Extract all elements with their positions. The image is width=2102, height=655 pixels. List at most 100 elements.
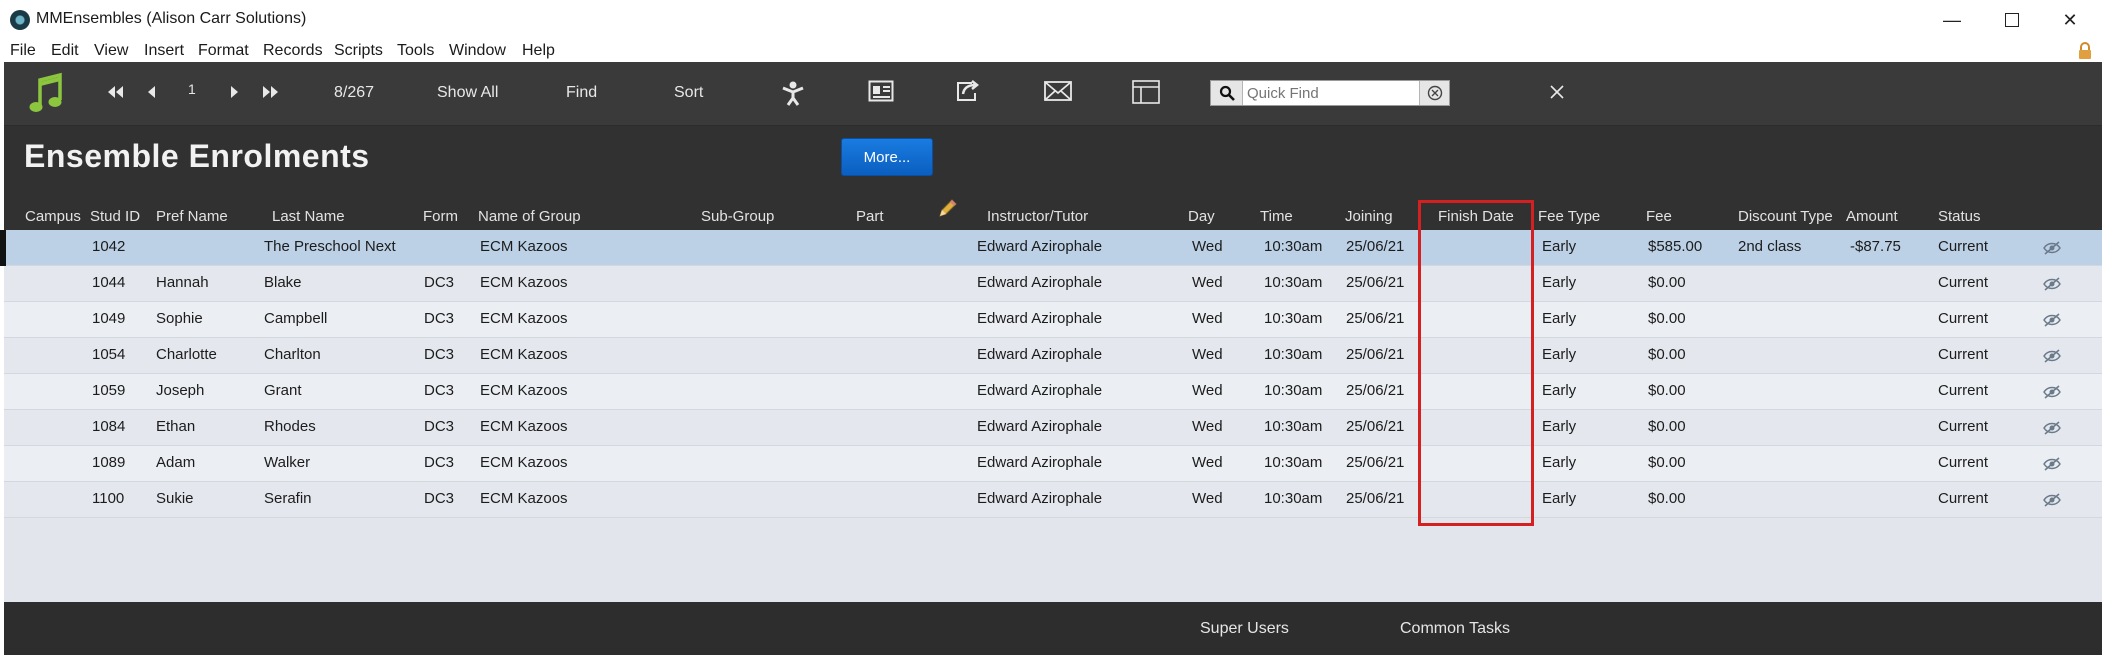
cell-group[interactable]: ECM Kazoos (480, 490, 568, 507)
cell-day[interactable]: Wed (1192, 346, 1223, 363)
column-header-campus[interactable]: Campus (25, 208, 81, 225)
cell-fee[interactable]: $585.00 (1648, 238, 1702, 255)
contact-card-icon[interactable] (868, 80, 894, 102)
common-tasks-button[interactable]: Common Tasks (1400, 620, 1510, 638)
cell-status[interactable]: Current (1938, 454, 1988, 471)
cell-form[interactable]: DC3 (424, 310, 454, 327)
cell-last-name[interactable]: Blake (264, 274, 302, 291)
cell-instructor[interactable]: Edward Azirophale (977, 418, 1102, 435)
cell-instructor[interactable]: Edward Azirophale (977, 238, 1102, 255)
cell-joining[interactable]: 25/06/21 (1346, 418, 1404, 435)
cell-stud-id[interactable]: 1089 (92, 454, 125, 471)
cell-pref-name[interactable]: Hannah (156, 274, 209, 291)
cell-day[interactable]: Wed (1192, 310, 1223, 327)
cell-day[interactable]: Wed (1192, 274, 1223, 291)
hide-eye-icon[interactable] (2042, 455, 2062, 473)
menu-records[interactable]: Records (263, 42, 323, 60)
column-header-pref-name[interactable]: Pref Name (156, 208, 228, 225)
cell-last-name[interactable]: Walker (264, 454, 310, 471)
cell-fee-type[interactable]: Early (1542, 274, 1576, 291)
cell-time[interactable]: 10:30am (1264, 310, 1322, 327)
cell-day[interactable]: Wed (1192, 382, 1223, 399)
column-header-stud-id[interactable]: Stud ID (90, 208, 140, 225)
cell-time[interactable]: 10:30am (1264, 490, 1322, 507)
quick-find-clear-button[interactable] (1419, 81, 1449, 105)
hide-eye-icon[interactable] (2042, 311, 2062, 329)
cell-last-name[interactable]: The Preschool Next (264, 238, 396, 255)
hide-eye-icon[interactable] (2042, 419, 2062, 437)
hide-eye-icon[interactable] (2042, 491, 2062, 509)
cell-status[interactable]: Current (1938, 490, 1988, 507)
cell-instructor[interactable]: Edward Azirophale (977, 346, 1102, 363)
cell-last-name[interactable]: Campbell (264, 310, 327, 327)
table-row[interactable]: 1044 Hannah Blake DC3 ECM Kazoos Edward … (4, 266, 2102, 302)
menu-view[interactable]: View (94, 42, 128, 60)
cell-fee-type[interactable]: Early (1542, 454, 1576, 471)
cell-status[interactable]: Current (1938, 274, 1988, 291)
email-icon[interactable] (1044, 81, 1072, 101)
cell-stud-id[interactable]: 1100 (92, 490, 124, 507)
cell-group[interactable]: ECM Kazoos (480, 382, 568, 399)
column-header-part[interactable]: Part (856, 208, 884, 225)
share-export-icon[interactable] (954, 79, 982, 103)
cell-instructor[interactable]: Edward Azirophale (977, 382, 1102, 399)
cell-fee[interactable]: $0.00 (1648, 454, 1686, 471)
cell-pref-name[interactable]: Charlotte (156, 346, 217, 363)
column-header-name-of-group[interactable]: Name of Group (478, 208, 581, 225)
table-row[interactable]: 1084 Ethan Rhodes DC3 ECM Kazoos Edward … (4, 410, 2102, 446)
layout-view-icon[interactable] (1132, 80, 1160, 104)
cell-group[interactable]: ECM Kazoos (480, 238, 568, 255)
cell-last-name[interactable]: Serafin (264, 490, 312, 507)
menu-tools[interactable]: Tools (397, 42, 434, 60)
more-button[interactable]: More... (841, 138, 933, 176)
menu-format[interactable]: Format (198, 42, 249, 60)
column-header-sub-group[interactable]: Sub-Group (701, 208, 774, 225)
column-header-instructor[interactable]: Instructor/Tutor (987, 208, 1088, 225)
cell-status[interactable]: Current (1938, 418, 1988, 435)
super-users-button[interactable]: Super Users (1200, 620, 1289, 638)
cell-stud-id[interactable]: 1042 (92, 238, 125, 255)
cell-fee[interactable]: $0.00 (1648, 274, 1686, 291)
menu-edit[interactable]: Edit (51, 42, 79, 60)
cell-instructor[interactable]: Edward Azirophale (977, 454, 1102, 471)
quick-find-search-button[interactable] (1211, 81, 1243, 105)
hide-eye-icon[interactable] (2042, 383, 2062, 401)
hide-eye-icon[interactable] (2042, 275, 2062, 293)
cell-joining[interactable]: 25/06/21 (1346, 238, 1404, 255)
cell-status[interactable]: Current (1938, 310, 1988, 327)
record-number[interactable]: 1 (188, 81, 196, 97)
cell-stud-id[interactable]: 1049 (92, 310, 125, 327)
cell-joining[interactable]: 25/06/21 (1346, 346, 1404, 363)
cell-form[interactable]: DC3 (424, 274, 454, 291)
cell-group[interactable]: ECM Kazoos (480, 274, 568, 291)
cell-form[interactable]: DC3 (424, 346, 454, 363)
cell-status[interactable]: Current (1938, 382, 1988, 399)
cell-joining[interactable]: 25/06/21 (1346, 310, 1404, 327)
column-header-discount-type[interactable]: Discount Type (1738, 208, 1833, 225)
last-record-icon[interactable] (262, 85, 280, 99)
find-button[interactable]: Find (566, 84, 597, 102)
table-row[interactable]: 1100 Sukie Serafin DC3 ECM Kazoos Edward… (4, 482, 2102, 518)
cell-pref-name[interactable]: Adam (156, 454, 195, 471)
cell-pref-name[interactable]: Sophie (156, 310, 203, 327)
pencil-icon[interactable] (936, 198, 958, 220)
column-header-last-name[interactable]: Last Name (272, 208, 345, 225)
cell-time[interactable]: 10:30am (1264, 346, 1322, 363)
cell-joining[interactable]: 25/06/21 (1346, 454, 1404, 471)
cell-instructor[interactable]: Edward Azirophale (977, 274, 1102, 291)
cell-fee[interactable]: $0.00 (1648, 382, 1686, 399)
cell-fee-type[interactable]: Early (1542, 238, 1576, 255)
sort-button[interactable]: Sort (674, 84, 703, 102)
maximize-button[interactable] (1990, 6, 2034, 34)
table-row[interactable]: 1059 Joseph Grant DC3 ECM Kazoos Edward … (4, 374, 2102, 410)
column-header-time[interactable]: Time (1260, 208, 1293, 225)
cell-pref-name[interactable]: Ethan (156, 418, 195, 435)
cell-day[interactable]: Wed (1192, 418, 1223, 435)
cell-joining[interactable]: 25/06/21 (1346, 490, 1404, 507)
cell-status[interactable]: Current (1938, 238, 1988, 255)
cell-fee[interactable]: $0.00 (1648, 310, 1686, 327)
close-icon[interactable] (1550, 85, 1564, 99)
show-all-button[interactable]: Show All (437, 84, 498, 102)
minimize-button[interactable]: — (1930, 6, 1974, 34)
cell-fee-type[interactable]: Early (1542, 382, 1576, 399)
